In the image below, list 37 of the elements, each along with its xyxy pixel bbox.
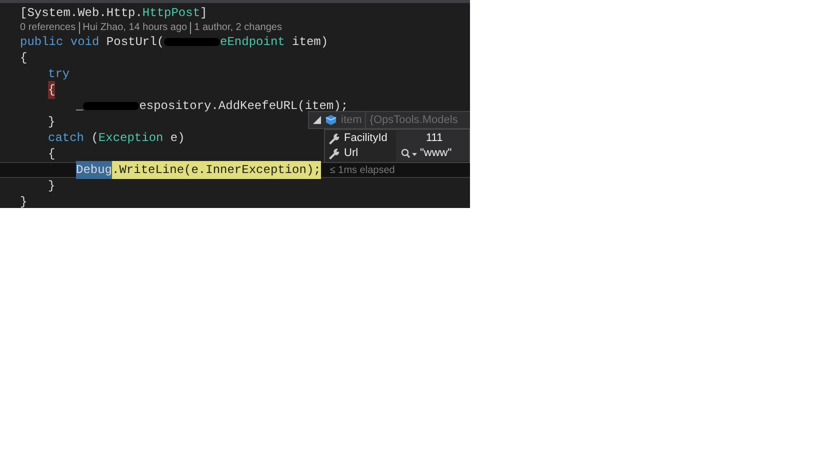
type-name: eEndpoint — [220, 34, 285, 51]
member-name: Url — [344, 146, 360, 162]
member-value: "www" — [420, 146, 452, 162]
variable-name: item — [341, 112, 366, 128]
keyword: catch — [48, 130, 84, 147]
code-text: } — [48, 114, 56, 131]
perf-tip[interactable]: ≤ 1ms elapsed — [330, 162, 395, 178]
member-value: 111 — [425, 131, 443, 146]
variable-value: {OpsTools.Models — [370, 112, 458, 128]
code-text: item) — [291, 34, 328, 51]
code-text: ( — [90, 130, 98, 147]
keyword: public void — [20, 34, 100, 51]
selected-text: Debug — [76, 161, 112, 179]
codelens-item[interactable]: 1 author, 2 changes — [190, 22, 282, 34]
type-name: Exception — [98, 130, 164, 147]
code-text: PostUrl( — [105, 34, 164, 51]
code-text: ] — [200, 5, 208, 22]
type-name: HttpPost — [142, 5, 200, 22]
code-text: { — [20, 50, 28, 67]
redaction-mark — [164, 38, 220, 46]
magnifier-dropdown-icon[interactable] — [400, 148, 418, 159]
object-icon — [325, 114, 337, 126]
code-text: [System.Web.Http. — [20, 5, 142, 22]
matched-brace: { — [48, 81, 56, 99]
code-text: } — [48, 178, 56, 195]
wrench-icon — [328, 132, 340, 144]
code-text: _ — [76, 98, 84, 115]
keyword: try — [48, 66, 70, 83]
redaction-mark — [83, 102, 140, 110]
member-name: FacilityId — [344, 131, 388, 146]
code-text: } — [20, 194, 28, 208]
current-statement: .WriteLine(e.InnerException); — [112, 161, 321, 179]
wrench-icon — [328, 148, 340, 160]
codelens-item[interactable]: 0 references — [20, 22, 76, 34]
codelens-item[interactable]: Hui Zhao, 14 hours ago — [78, 22, 188, 34]
code-text: e) — [169, 130, 185, 147]
code-text: { — [48, 146, 56, 163]
